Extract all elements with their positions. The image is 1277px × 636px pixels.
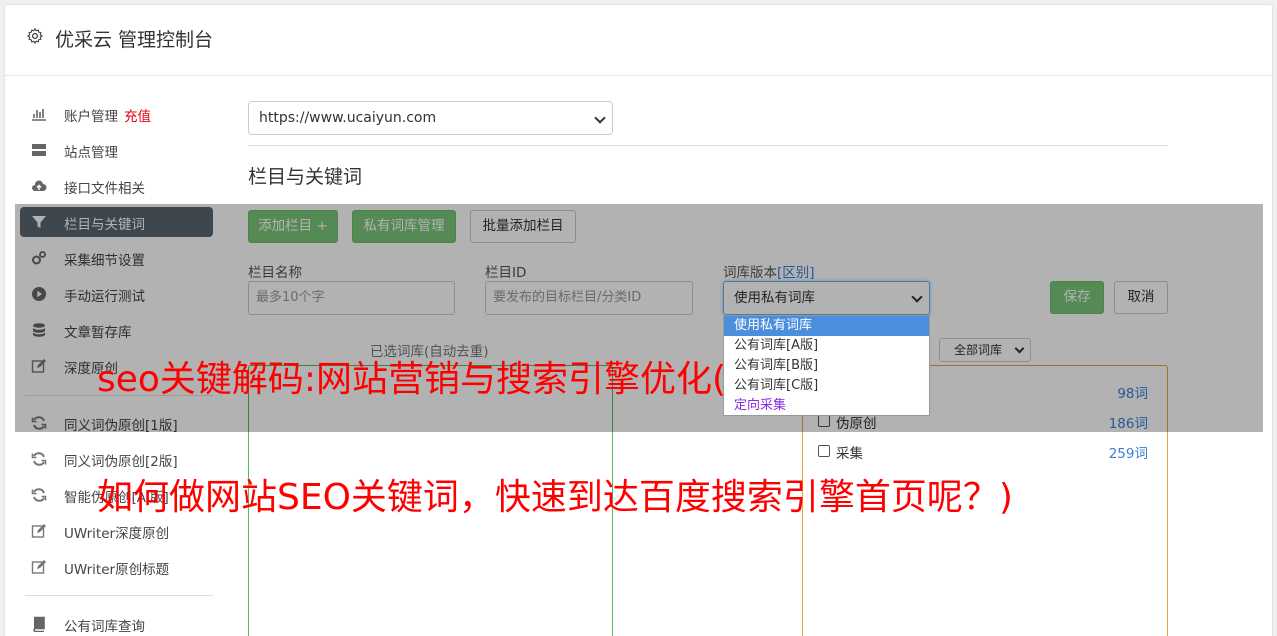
sidebar-item-label: UWriter原创标题 bbox=[64, 562, 170, 578]
sidebar-item-account[interactable]: 账户管理 充值 bbox=[20, 99, 213, 129]
word-count: 259词 bbox=[1108, 446, 1148, 462]
dropdown-option[interactable]: 公有词库[B版] bbox=[724, 356, 929, 376]
sidebar-item-label: 接口文件相关 bbox=[64, 181, 145, 197]
category-checkbox[interactable] bbox=[818, 445, 830, 457]
edit-icon bbox=[31, 524, 46, 538]
dropdown-option[interactable]: 公有词库[C版] bbox=[724, 376, 929, 396]
dropdown-option[interactable]: 公有词库[A版] bbox=[724, 336, 929, 356]
sidebar-divider bbox=[25, 595, 213, 596]
category-name: 采集 bbox=[836, 446, 863, 462]
chevron-down-icon bbox=[594, 112, 606, 124]
book-icon bbox=[33, 616, 45, 632]
server-icon bbox=[32, 144, 46, 156]
dropdown-option[interactable]: 使用私有词库 bbox=[724, 316, 929, 336]
sidebar-item-label: UWriter深度原创 bbox=[64, 526, 170, 542]
refresh-icon bbox=[31, 488, 47, 502]
site-select[interactable]: https://www.ucaiyun.com bbox=[248, 101, 613, 135]
section-title: 栏目与关键词 bbox=[248, 166, 363, 188]
recharge-link[interactable]: 充值 bbox=[124, 109, 151, 125]
sidebar-item-uwriter-title[interactable]: UWriter原创标题 bbox=[20, 552, 213, 582]
sidebar-item-interface[interactable]: 接口文件相关 bbox=[20, 171, 213, 201]
gear-icon bbox=[26, 27, 44, 45]
dropdown-option[interactable]: 定向采集 bbox=[724, 396, 929, 416]
app-title: 优采云 管理控制台 bbox=[55, 29, 214, 51]
cloud-upload-icon bbox=[32, 180, 47, 191]
sidebar-item-public-lib[interactable]: 公有词库查询 bbox=[20, 609, 213, 636]
edit-icon bbox=[31, 560, 46, 574]
site-select-value: https://www.ucaiyun.com bbox=[259, 110, 437, 126]
sidebar-item-sites[interactable]: 站点管理 bbox=[20, 135, 213, 165]
sidebar-item-uwriter-deep[interactable]: UWriter深度原创 bbox=[20, 516, 213, 546]
divider bbox=[248, 145, 1168, 146]
card-header: 优采云 管理控制台 bbox=[5, 5, 1272, 76]
sidebar-item-label: 同义词伪原创[2版] bbox=[64, 454, 178, 470]
refresh-icon bbox=[31, 452, 47, 466]
watermark-title-line1: seo关键解码:网站营销与搜索引擎优化( bbox=[97, 359, 727, 400]
sidebar-item-label: 账户管理 bbox=[64, 109, 118, 125]
sidebar-item-label: 公有词库查询 bbox=[64, 619, 145, 635]
list-item[interactable]: 采集 259词 bbox=[818, 442, 1148, 462]
lib-version-dropdown[interactable]: 使用私有词库 公有词库[A版] 公有词库[B版] 公有词库[C版] 定向采集 bbox=[723, 315, 930, 416]
bar-chart-icon bbox=[32, 109, 46, 121]
watermark-title-line2: 如何做网站SEO关键词，快速到达百度搜索引擎首页呢？) bbox=[97, 477, 1013, 518]
sidebar-item-label: 站点管理 bbox=[64, 145, 118, 161]
